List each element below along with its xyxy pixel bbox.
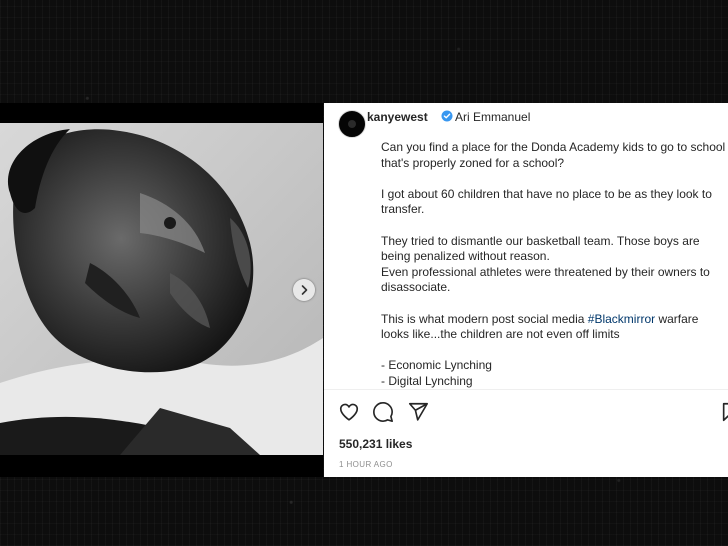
caption-line: being penalized without reason. [381, 249, 550, 264]
post-caption: Can you find a place for the Donda Acade… [381, 140, 728, 405]
coauthor-link[interactable]: Ari Emmanuel [455, 110, 530, 124]
caption-line: Even professional athletes were threaten… [381, 264, 710, 279]
post-photo [0, 123, 323, 455]
caption-line: - Digital Lynching [381, 373, 473, 388]
caption-line: - Economic Lynching [381, 358, 492, 373]
next-image-button[interactable] [293, 279, 315, 301]
caption-paragraph: Can you find a place for the Donda Acade… [381, 140, 728, 171]
caption-line: They tried to dismantle our basketball t… [381, 233, 700, 248]
caption-line: I got about 60 children that have no pla… [381, 186, 712, 201]
caption-paragraph: I got about 60 children that have no pla… [381, 187, 728, 218]
caption-line: disassociate. [381, 280, 451, 295]
username-link[interactable]: kanyewest [367, 110, 428, 124]
actions-divider [324, 389, 728, 390]
send-icon[interactable] [407, 401, 429, 423]
caption-text: This is what modern post social media [381, 311, 588, 326]
post-timestamp[interactable]: 1 HOUR AGO [339, 460, 393, 469]
chevron-right-icon [301, 285, 308, 295]
caption-line: Can you find a place for the Donda Acade… [381, 140, 726, 154]
heart-icon[interactable] [338, 401, 360, 423]
post-panel: kanyewest Ari Emmanuel Can you find a pl… [324, 103, 728, 477]
caption-paragraph: They tried to dismantle our basketball t… [381, 234, 728, 296]
caption-line: that's properly zoned for a school? [381, 155, 565, 170]
caption-line: transfer. [381, 202, 425, 217]
comment-icon[interactable] [372, 401, 394, 423]
post-header [338, 107, 366, 141]
photo-image [0, 123, 323, 455]
caption-paragraph: This is what modern post social media #B… [381, 312, 728, 343]
verified-badge-icon [441, 110, 453, 122]
like-count[interactable]: 550,231 likes [339, 437, 412, 451]
caption-line: looks like...the children are not even o… [381, 327, 620, 342]
hashtag-link[interactable]: #Blackmirror [588, 312, 655, 326]
caption-text: warfare [655, 311, 699, 326]
caption-line: This is what modern post social media #B… [381, 312, 728, 328]
avatar[interactable] [338, 110, 366, 138]
caption-paragraph: - Economic Lynching - Digital Lynching [381, 358, 728, 389]
bookmark-icon[interactable] [720, 401, 728, 423]
